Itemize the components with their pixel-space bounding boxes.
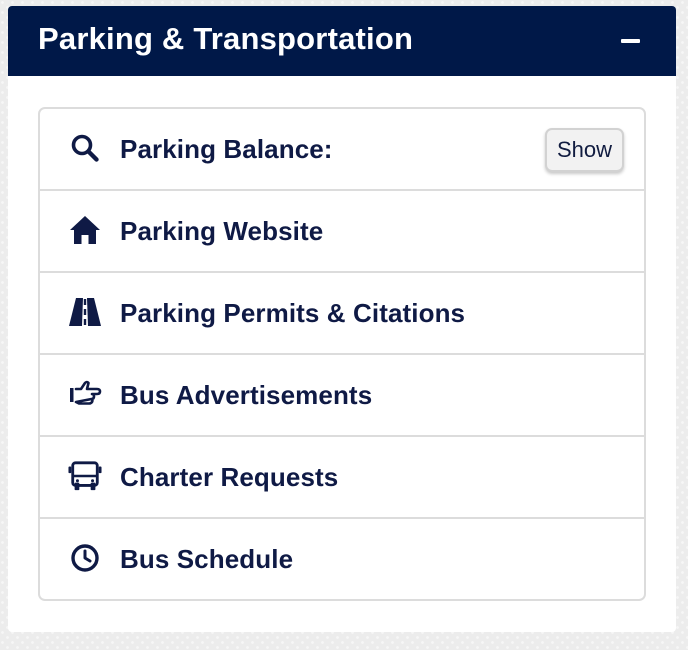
panel-header[interactable]: Parking & Transportation (8, 6, 676, 76)
list-item-bus-advertisements[interactable]: Bus Advertisements (40, 355, 644, 437)
minus-icon (620, 39, 640, 43)
clock-icon (68, 541, 102, 575)
show-balance-button[interactable]: Show (545, 128, 624, 172)
list-item-parking-permits[interactable]: Parking Permits & Citations (40, 273, 644, 355)
link-list: Parking Balance: Show Parking Website Pa… (38, 107, 646, 601)
hand-pointing-icon (68, 377, 102, 411)
search-icon (68, 131, 102, 165)
list-item-label: Parking Website (120, 215, 324, 246)
list-item-label: Parking Balance: (120, 133, 333, 164)
road-icon (68, 295, 102, 329)
list-item-label: Parking Permits & Citations (120, 297, 466, 328)
list-item-parking-balance: Parking Balance: Show (40, 109, 644, 191)
parking-transportation-panel: Parking & Transportation Parking Balance… (8, 6, 676, 632)
list-item-label: Bus Schedule (120, 543, 294, 574)
collapse-button[interactable] (616, 27, 644, 55)
list-item-charter-requests[interactable]: Charter Requests (40, 437, 644, 519)
list-item-parking-website[interactable]: Parking Website (40, 191, 644, 273)
list-item-bus-schedule[interactable]: Bus Schedule (40, 519, 644, 599)
home-icon (68, 213, 102, 247)
panel-title: Parking & Transportation (38, 21, 414, 56)
list-item-label: Bus Advertisements (120, 379, 373, 410)
bus-icon (68, 459, 102, 493)
list-item-label: Charter Requests (120, 461, 339, 492)
